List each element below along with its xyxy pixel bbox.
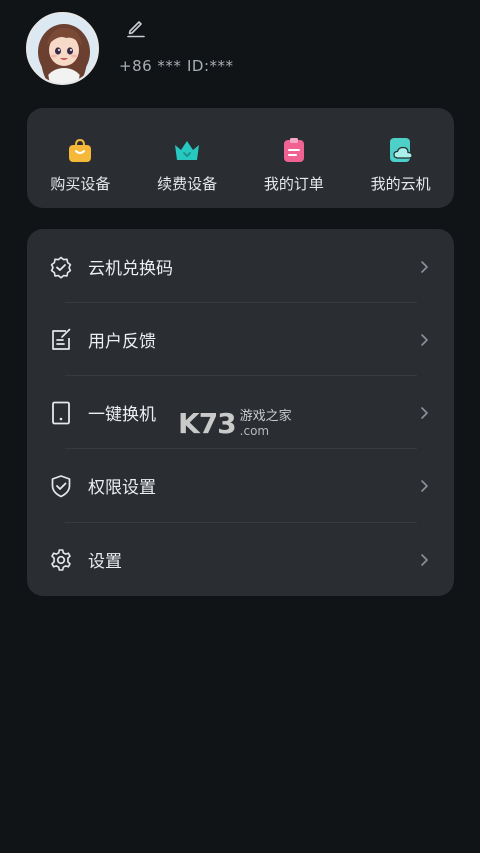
- gear-icon: [51, 548, 71, 571]
- quick-actions-card: 购买设备 续费设备 我的订单 我的云机: [27, 108, 454, 208]
- watermark-logo: K73: [178, 407, 237, 440]
- chevron-right-icon: [421, 479, 428, 492]
- my-cloud-phones-button[interactable]: 我的云机: [347, 108, 454, 208]
- buy-device-button[interactable]: 购买设备: [27, 108, 134, 208]
- avatar[interactable]: [26, 12, 99, 85]
- shield-check-icon: [51, 474, 71, 497]
- pencil-icon: [127, 21, 145, 38]
- cloud-phone-icon: [389, 138, 413, 162]
- watermark-text: 游戏之家 .com: [239, 408, 292, 438]
- menu-item-settings[interactable]: 设置: [27, 523, 454, 596]
- chevron-right-icon: [421, 260, 428, 273]
- chevron-right-icon: [421, 406, 428, 419]
- watermark-site-name: 游戏之家: [239, 408, 292, 424]
- watermark-domain: .com: [239, 423, 270, 438]
- menu-item-label: 权限设置: [88, 478, 156, 498]
- badge-check-icon: [50, 256, 72, 278]
- menu-item-feedback[interactable]: 用户反馈: [27, 303, 454, 376]
- phone-icon: [52, 401, 70, 424]
- renew-device-button[interactable]: 续费设备: [134, 108, 241, 208]
- menu-item-redeem-code[interactable]: 云机兑换码: [27, 230, 454, 303]
- menu-item-label: 一键换机: [88, 405, 156, 425]
- phone-number: +86 ***: [119, 57, 182, 75]
- my-orders-button[interactable]: 我的订单: [241, 108, 348, 208]
- feedback-edit-icon: [52, 328, 71, 350]
- renew-device-label: 续费设备: [157, 175, 218, 193]
- menu-item-label: 设置: [88, 552, 122, 572]
- crown-icon: [175, 141, 200, 160]
- avatar-illustration: [28, 14, 97, 83]
- my-orders-label: 我的订单: [263, 175, 324, 193]
- menu-item-label: 用户反馈: [88, 332, 156, 352]
- buy-device-label: 购买设备: [50, 175, 111, 193]
- menu-item-permissions[interactable]: 权限设置: [27, 449, 454, 522]
- profile-page: +86 *** ID:*** 购买设备 续费设备 我的订单 我的云机 云机兑换码…: [0, 0, 480, 853]
- menu-item-label: 云机兑换码: [88, 259, 173, 279]
- user-id: ID:***: [187, 57, 234, 75]
- site-watermark: K73 游戏之家 .com: [178, 407, 292, 440]
- edit-profile-button[interactable]: [124, 15, 148, 39]
- chevron-right-icon: [421, 333, 428, 346]
- shopping-bag-icon: [69, 138, 92, 162]
- my-cloud-phones-label: 我的云机: [370, 175, 431, 193]
- clipboard-icon: [283, 138, 304, 162]
- chevron-right-icon: [421, 553, 428, 566]
